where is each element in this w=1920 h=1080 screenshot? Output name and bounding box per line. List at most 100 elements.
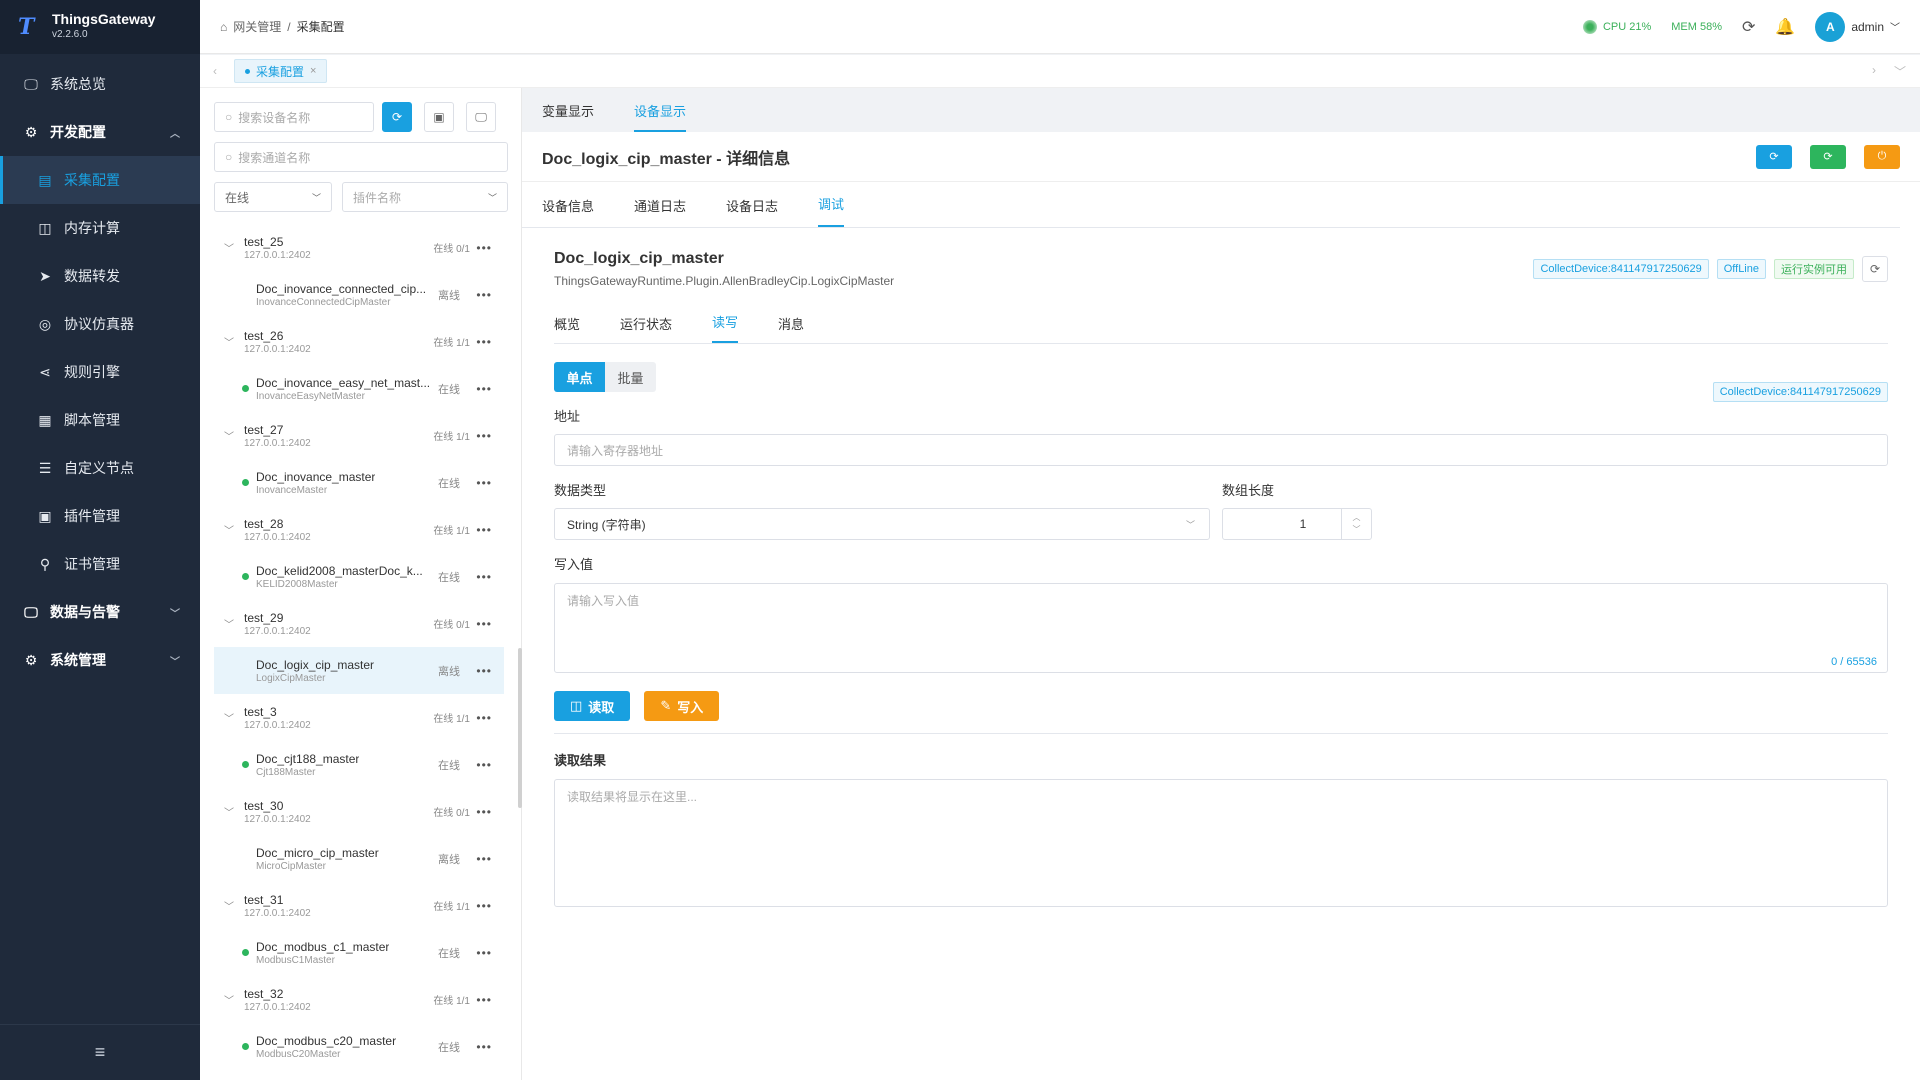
detail-tab-3[interactable]: 调试 [818,194,845,227]
sidebar-item-7[interactable]: ▦ 脚本管理 [0,396,200,444]
display-button[interactable]: 🖵 [466,102,496,132]
more-icon[interactable]: ••• [476,664,492,678]
chevron-down-icon[interactable]: ﹀ [1353,524,1361,536]
bell-icon[interactable]: 🔔 [1775,17,1795,37]
reload-icon[interactable]: ⟳ [1742,17,1755,37]
more-icon[interactable]: ••• [476,852,492,866]
more-icon[interactable]: ••• [476,993,492,1007]
more-icon[interactable]: ••• [476,805,492,819]
stepper-arrows[interactable]: ︿ ﹀ [1341,509,1371,539]
more-icon[interactable]: ••• [476,758,492,772]
detail-tab-0[interactable]: 设备信息 [542,196,594,227]
more-icon[interactable]: ••• [476,1040,492,1054]
device-search-input[interactable]: ○ 搜索设备名称 [214,102,374,132]
device-node[interactable]: Doc_cjt188_master Cjt188Master 在线 ••• [214,741,504,788]
sidebar-item-10[interactable]: ⚲ 证书管理 [0,540,200,588]
channel-node[interactable]: ﹀ test_3 127.0.0.1:2402 在线 1/1 ••• [214,694,504,741]
channel-node[interactable]: ﹀ test_31 127.0.0.1:2402 在线 1/1 ••• [214,882,504,929]
read-button[interactable]: ◫ 读取 [554,691,631,721]
sidebar-item-11[interactable]: 🖵 数据与告警 ﹀ [0,588,200,636]
page-tab-collect[interactable]: 采集配置 × [234,59,328,83]
more-icon[interactable]: ••• [476,288,492,302]
device-node[interactable]: Doc_inovance_easy_net_mast... InovanceEas… [214,365,504,412]
sidebar-item-8[interactable]: ☰ 自定义节点 [0,444,200,492]
chevron-down-icon[interactable]: ﹀ [224,710,234,725]
device-node[interactable]: Doc_modbus_c20_master ModbusC20Master 在线 ••… [214,1023,504,1070]
save-button[interactable]: ▣ [424,102,454,132]
chevron-down-icon[interactable]: ﹀ [224,240,234,255]
refresh-button[interactable]: ⟳ [1756,144,1792,169]
status-select[interactable]: 在线 ﹀ [214,182,332,212]
user-menu[interactable]: A admin ﹀ [1815,11,1900,42]
view-tab-0[interactable]: 变量显示 [542,101,594,120]
sub-tab-2[interactable]: 读写 [712,312,739,343]
sidebar-item-12[interactable]: ⚙ 系统管理 ﹀ [0,636,200,684]
chevron-down-icon[interactable]: ﹀ [224,616,234,631]
channel-node[interactable]: ﹀ test_28 127.0.0.1:2402 在线 1/1 ••• [214,506,504,553]
chevron-down-icon[interactable]: ﹀ [224,898,234,913]
chevron-down-icon[interactable]: ﹀ [224,804,234,819]
more-icon[interactable]: ••• [476,523,492,537]
more-icon[interactable]: ••• [476,429,492,443]
address-input[interactable]: 请输入寄存器地址 [554,434,1888,466]
breadcrumb-home[interactable]: 网关管理 [233,18,281,35]
more-icon[interactable]: ••• [476,476,492,490]
channel-node[interactable]: ﹀ test_26 127.0.0.1:2402 在线 1/1 ••• [214,318,504,365]
refresh-device-button[interactable]: ⟳ [1862,256,1888,282]
brand[interactable]: T ThingsGateway v2.2.6.0 [0,0,200,54]
chevron-up-icon[interactable]: ︿ [1353,512,1361,524]
chevron-down-icon[interactable]: ﹀ [224,522,234,537]
detail-tab-1[interactable]: 通道日志 [634,196,686,227]
sidebar-item-0[interactable]: 🖵 系统总览 [0,60,200,108]
sidebar-item-9[interactable]: ▣ 插件管理 [0,492,200,540]
more-icon[interactable]: ••• [476,946,492,960]
datatype-select[interactable]: String (字符串) ﹀ [554,508,1210,540]
mode-batch-button[interactable]: 批量 [605,362,656,392]
more-icon[interactable]: ••• [476,617,492,631]
chevron-down-icon[interactable]: ﹀ [224,992,234,1007]
channel-node[interactable]: ﹀ test_25 127.0.0.1:2402 在线 0/1 ••• [214,224,504,271]
sidebar-item-3[interactable]: ◫ 内存计算 [0,204,200,252]
home-icon[interactable]: ⌂ [220,20,227,34]
channel-search-input[interactable]: ○ 搜索通道名称 [214,142,508,172]
sidebar-item-2[interactable]: ▤ 采集配置 [0,156,200,204]
sub-tab-0[interactable]: 概览 [554,314,580,343]
restart-button[interactable]: ⟳ [1810,144,1846,169]
sidebar-item-1[interactable]: ⚙ 开发配置 ︿ [0,108,200,156]
device-node[interactable]: Doc_modbus_c1_master ModbusC1Master 在线 ••• [214,929,504,976]
more-icon[interactable]: ••• [476,711,492,725]
collapse-sidebar-button[interactable]: ≡ [0,1024,200,1080]
more-icon[interactable]: ••• [476,899,492,913]
more-icon[interactable]: ••• [476,241,492,255]
chevron-left-icon[interactable]: ‹ [200,64,230,78]
chevron-down-icon[interactable]: ﹀ [224,334,234,349]
sidebar-item-4[interactable]: ➤ 数据转发 [0,252,200,300]
chevron-down-icon[interactable]: ﹀ [1894,63,1906,80]
more-icon[interactable]: ••• [476,335,492,349]
sub-tab-1[interactable]: 运行状态 [620,314,672,343]
write-value-textarea[interactable]: 请输入写入值 0 / 65536 [554,583,1888,673]
chevron-down-icon[interactable]: ﹀ [224,428,234,443]
channel-node[interactable]: ﹀ test_32 127.0.0.1:2402 在线 1/1 ••• [214,976,504,1023]
view-tab-1[interactable]: 设备显示 [634,89,687,132]
read-result-textarea[interactable]: 读取结果将显示在这里... [554,779,1888,907]
more-icon[interactable]: ••• [476,382,492,396]
write-button[interactable]: ✎ 写入 [644,691,720,721]
chevron-right-icon[interactable]: › [1872,63,1876,80]
mode-single-button[interactable]: 单点 [554,362,605,392]
device-node[interactable]: Doc_micro_cip_master MicroCipMaster 离线 ••• [214,835,504,882]
sub-tab-3[interactable]: 消息 [778,314,804,343]
refresh-tree-button[interactable]: ⟳ [382,102,412,132]
sidebar-item-5[interactable]: ◎ 协议仿真器 [0,300,200,348]
device-node[interactable]: Doc_kelid2008_masterDoc_k... KELID2008Mas… [214,553,504,600]
plugin-select[interactable]: 插件名称 ﹀ [342,182,508,212]
device-node[interactable]: Doc_inovance_master InovanceMaster 在线 ••• [214,459,504,506]
channel-node[interactable]: ﹀ test_27 127.0.0.1:2402 在线 1/1 ••• [214,412,504,459]
close-icon[interactable]: × [310,65,316,77]
sidebar-item-6[interactable]: ⋖ 规则引擎 [0,348,200,396]
device-node[interactable]: Doc_inovance_connected_cip... InovanceCon… [214,271,504,318]
channel-node[interactable]: ﹀ test_29 127.0.0.1:2402 在线 0/1 ••• [214,600,504,647]
array-length-stepper[interactable]: 1 ︿ ﹀ [1222,508,1372,540]
detail-tab-2[interactable]: 设备日志 [726,196,778,227]
more-icon[interactable]: ••• [476,570,492,584]
